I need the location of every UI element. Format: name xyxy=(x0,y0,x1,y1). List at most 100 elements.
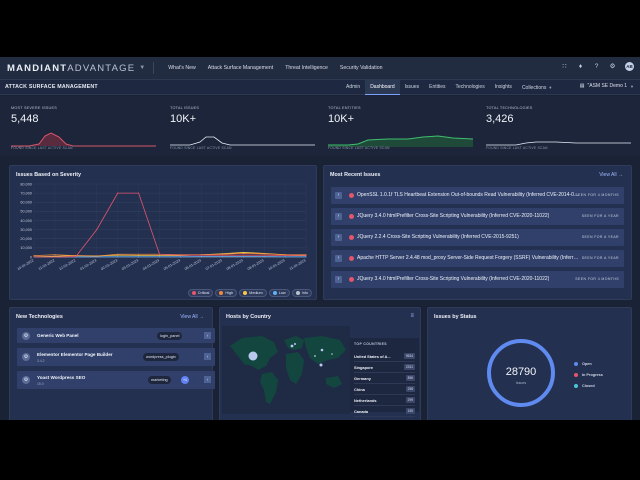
open-arrow-icon[interactable]: › xyxy=(204,353,211,360)
nav-attack-surface-management[interactable]: Attack Surface Management xyxy=(202,65,279,71)
country-count: 896 xyxy=(405,375,415,381)
open-arrow-icon[interactable]: › xyxy=(204,376,211,383)
brand-logo[interactable]: MANDIANTADVANTAGE xyxy=(7,63,135,74)
legend-high[interactable]: High xyxy=(215,289,238,297)
table-row[interactable]: China 298 xyxy=(354,384,415,395)
table-row[interactable]: Netherlands 299 xyxy=(354,395,415,406)
metric-total-entities[interactable]: TOTAL ENTITIES 10K+ FOUND SINCE LAST ACT… xyxy=(328,106,478,150)
apps-grid-icon[interactable]: ∷ xyxy=(561,63,568,70)
issues-by-status-panel: Issues by Status 28790 Issues Open In Pr… xyxy=(427,307,632,420)
metric-label: TOTAL ENTITIES xyxy=(328,106,361,110)
notification-bell-icon[interactable]: ♦ xyxy=(577,63,584,70)
legend-in-progress[interactable]: In Progress xyxy=(574,369,603,380)
list-item[interactable]: › JQuery 3.4.0 htmlPrefilter Cross-Site … xyxy=(331,271,624,288)
legend-label: Medium xyxy=(249,291,263,295)
legend-info[interactable]: Info xyxy=(291,289,312,297)
x-tick-label: 03-01-2023 xyxy=(121,258,139,271)
list-item[interactable]: › Apache HTTP Server 2.4.48 mod_proxy Se… xyxy=(331,250,624,267)
open-arrow-icon[interactable]: › xyxy=(204,332,211,339)
data-point-low xyxy=(242,256,244,258)
severity-dot-icon xyxy=(349,235,354,240)
data-point-critical xyxy=(33,256,35,258)
avatar[interactable]: AB xyxy=(625,62,634,71)
x-tick-label: 08-01-2023 xyxy=(226,258,244,271)
x-tick-label: 05-01-2023 xyxy=(163,258,181,271)
metric-value: 10K+ xyxy=(328,113,354,125)
tab-admin[interactable]: Admin xyxy=(341,80,365,95)
metric-value: 10K+ xyxy=(170,113,196,125)
x-tick-label: 04-01-2023 xyxy=(142,258,160,271)
y-tick-label: 40,000 xyxy=(20,219,32,223)
issue-age: SEEN FOR 4 MONTHS xyxy=(575,193,619,197)
technology-version: 15.0 xyxy=(37,382,44,386)
metric-most-severe[interactable]: MOST SEVERE ISSUES 5,448 FOUND SINCE LAS… xyxy=(11,106,161,150)
tab-issues[interactable]: Issues xyxy=(400,80,424,95)
table-row[interactable]: Singapore 2331 xyxy=(354,362,415,373)
table-row[interactable]: Germany 896 xyxy=(354,373,415,384)
legend-label: Closed xyxy=(582,383,595,388)
metric-total-issues[interactable]: TOTAL ISSUES 10K+ FOUND SINCE LAST ACTIV… xyxy=(170,106,320,150)
list-item[interactable]: ⚙ Generic Web Panel login_panel › xyxy=(17,328,215,343)
nav-security-validation[interactable]: Security Validation xyxy=(334,65,389,71)
chevron-down-icon[interactable]: ▼ xyxy=(139,65,145,71)
legend-critical[interactable]: Critical xyxy=(187,289,214,297)
view-all-link[interactable]: View All → xyxy=(180,314,204,320)
nav-threat-intelligence[interactable]: Threat Intelligence xyxy=(279,65,334,71)
list-item[interactable]: › OpenSSL 1.0.1f TLS Heartbeat Extension… xyxy=(331,187,624,204)
workspace-selector[interactable]: ▤ "ASM SE Demo 1 ▼ xyxy=(580,83,634,89)
metric-value: 3,426 xyxy=(486,113,514,125)
status-donut-chart[interactable]: 28790 Issues xyxy=(482,334,560,412)
list-item[interactable]: › JQuery 2.2.4 Cross-Site Scripting Vuln… xyxy=(331,229,624,246)
severity-dot-icon xyxy=(349,193,354,198)
technology-tag[interactable]: login_panel xyxy=(157,332,183,340)
severity-dot-icon xyxy=(349,256,354,261)
technology-tag[interactable]: wordpress_plugin xyxy=(143,353,179,361)
tab-technologies[interactable]: Technologies xyxy=(451,80,490,95)
list-item[interactable]: ⚙ Yoast Wordpress SEO 15.0 marketing +1 … xyxy=(17,371,215,389)
expand-icon[interactable]: › xyxy=(335,192,342,199)
tab-entities[interactable]: Entities xyxy=(424,80,450,95)
tab-dashboard[interactable]: Dashboard xyxy=(365,80,400,95)
data-point-high xyxy=(242,252,244,254)
view-all-label: View All xyxy=(599,172,617,178)
data-point-high xyxy=(54,254,56,256)
help-icon[interactable]: ? xyxy=(593,63,600,70)
divider xyxy=(153,62,155,74)
tab-insights[interactable]: Insights xyxy=(490,80,517,95)
metric-label: TOTAL ISSUES xyxy=(170,106,200,110)
settings-gear-icon[interactable]: ⚙ xyxy=(609,63,616,70)
world-map[interactable] xyxy=(222,326,350,414)
technology-tag[interactable]: marketing xyxy=(148,376,171,384)
country-name: Germany xyxy=(354,376,371,381)
more-tags-badge[interactable]: +1 xyxy=(181,376,189,384)
tab-collections[interactable]: Collections ▼ xyxy=(517,80,557,95)
list-item[interactable]: ⚙ Elementor Elementor Page Builder 3.4.2… xyxy=(17,348,215,366)
data-point-critical xyxy=(75,256,77,258)
view-all-link[interactable]: View All → xyxy=(599,172,623,178)
table-row[interactable]: United States of A... 9634 xyxy=(354,351,415,362)
legend-label: In Progress xyxy=(582,372,603,377)
data-point-critical xyxy=(200,254,202,256)
y-tick-label: 10,000 xyxy=(20,246,32,250)
data-point-high xyxy=(117,253,119,255)
top-bar: MANDIANTADVANTAGE ▼ What's New Attack Su… xyxy=(0,57,640,80)
legend-closed[interactable]: Closed xyxy=(574,380,603,391)
legend-swatch xyxy=(243,291,248,295)
list-item[interactable]: › JQuery 3.4.0 htmlPrefilter Cross-Site … xyxy=(331,208,624,225)
panel-title: Issues Based on Severity xyxy=(16,172,82,178)
expand-icon[interactable]: › xyxy=(335,234,342,241)
nav-whats-new[interactable]: What's New xyxy=(162,65,202,71)
legend-open[interactable]: Open xyxy=(574,358,603,369)
metric-value: 5,448 xyxy=(11,113,39,125)
severity-dot-icon xyxy=(349,214,354,219)
x-tick-label: 02-01-2023 xyxy=(100,258,118,271)
expand-icon[interactable]: › xyxy=(335,255,342,262)
menu-icon[interactable]: ≡ xyxy=(410,313,414,319)
severity-line-chart[interactable]: 010,00020,00030,00040,00050,00060,00070,… xyxy=(10,180,316,285)
legend-low[interactable]: Low xyxy=(268,289,290,297)
metric-total-technologies[interactable]: TOTAL TECHNOLOGIES 3,426 FOUND SINCE LAS… xyxy=(486,106,636,150)
table-row[interactable]: Canada 155 xyxy=(354,406,415,417)
expand-icon[interactable]: › xyxy=(335,213,342,220)
expand-icon[interactable]: › xyxy=(335,276,342,283)
legend-medium[interactable]: Medium xyxy=(239,289,267,297)
